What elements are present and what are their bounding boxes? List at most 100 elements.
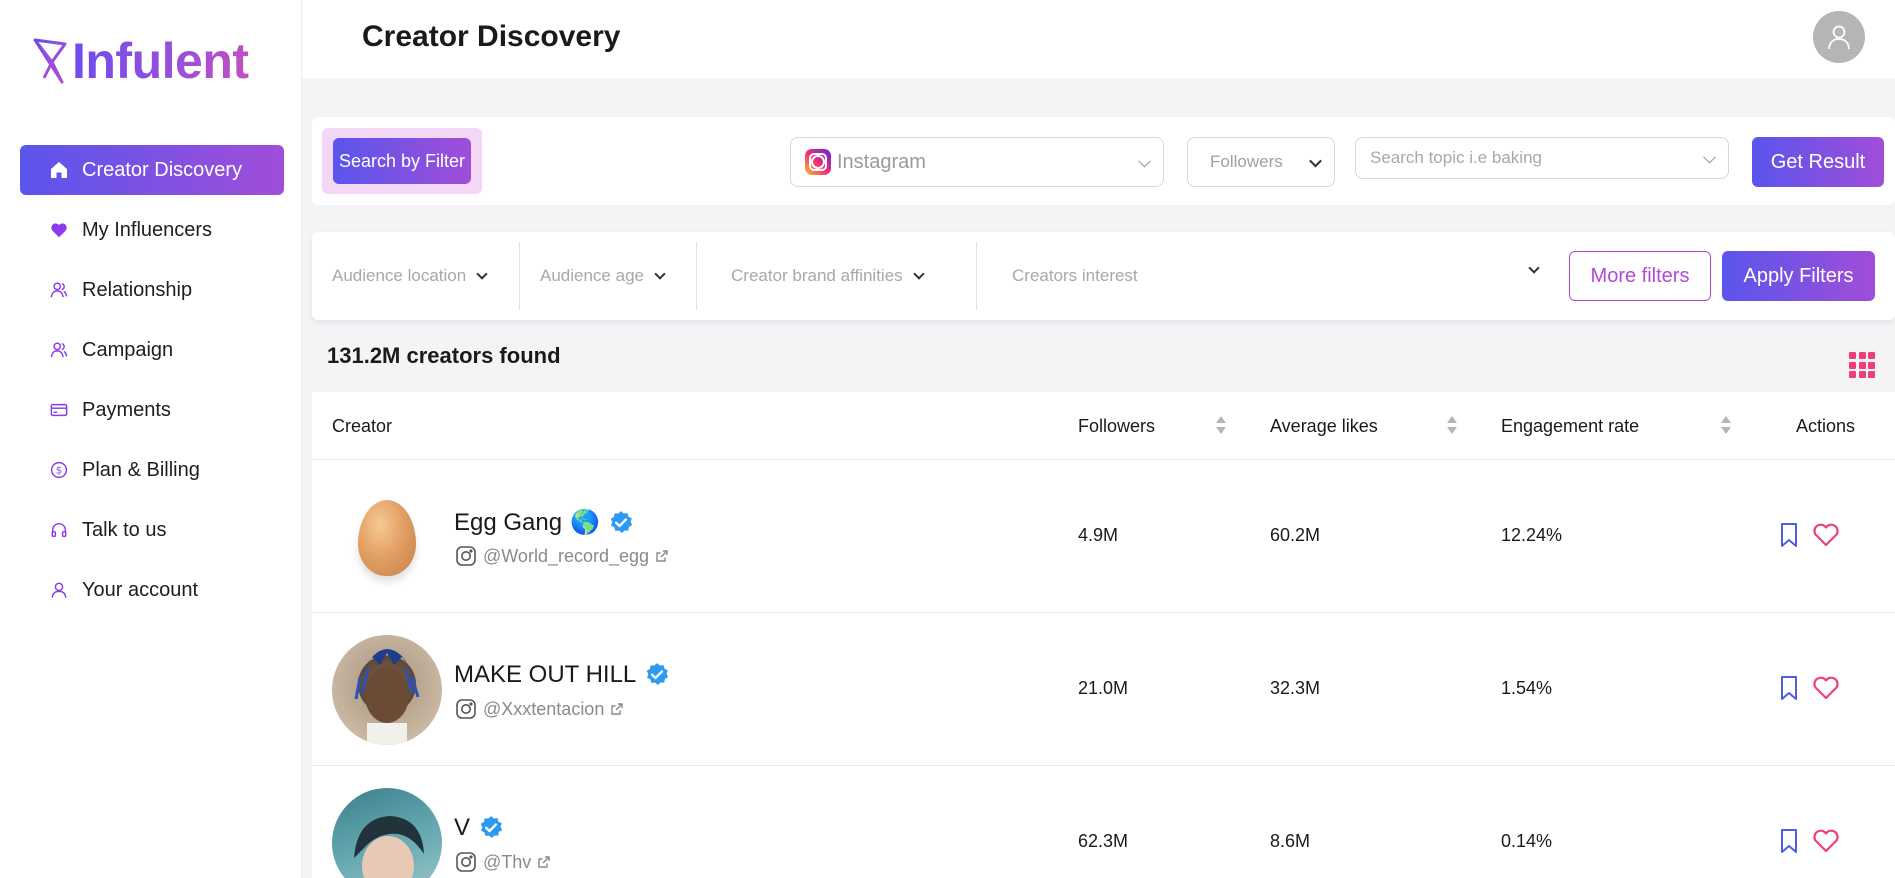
verified-badge-icon xyxy=(480,816,503,838)
table-header: Creator Followers Average likes Engageme… xyxy=(312,392,1895,460)
user-icon xyxy=(48,579,70,601)
row-actions xyxy=(1778,675,1840,701)
sort-icon[interactable] xyxy=(1446,416,1458,436)
heart-icon[interactable] xyxy=(1812,828,1840,854)
column-header-actions: Actions xyxy=(1796,415,1856,436)
sort-icon[interactable] xyxy=(1720,416,1732,436)
bookmark-icon[interactable] xyxy=(1778,675,1800,701)
sidebar-item-label: My Influencers xyxy=(82,218,213,241)
sidebar-item-label: Payments xyxy=(82,398,171,421)
bookmark-icon[interactable] xyxy=(1778,522,1800,548)
get-result-button[interactable]: Get Result xyxy=(1752,137,1884,187)
creator-handle[interactable]: @World_record_egg xyxy=(483,546,649,567)
sidebar-item-label: Relationship xyxy=(82,278,193,301)
platform-select[interactable]: Instagram xyxy=(790,137,1164,187)
chevron-down-icon xyxy=(476,268,488,280)
sidebar-item-label: Talk to us xyxy=(82,518,167,541)
sort-icon[interactable] xyxy=(1215,416,1227,436)
audience-age-filter[interactable]: Audience age xyxy=(540,232,666,320)
sidebar-item-label: Plan & Billing xyxy=(82,458,200,481)
average-likes-value: 60.2M xyxy=(1270,525,1321,545)
filter-label: Audience location xyxy=(332,266,467,285)
table-row[interactable]: Egg Gang 🌎 @World_record_egg 4.9M 60.2M … xyxy=(312,460,1895,613)
topic-search-input[interactable] xyxy=(1370,148,1690,168)
followers-select-value: Followers xyxy=(1210,152,1283,171)
sidebar-item-plan-billing[interactable]: $ Plan & Billing xyxy=(20,445,284,495)
column-header-followers[interactable]: Followers xyxy=(1078,392,1155,460)
engagement-rate-value: 1.54% xyxy=(1501,678,1553,698)
followers-value: 21.0M xyxy=(1078,678,1129,698)
sidebar-item-relationship[interactable]: Relationship xyxy=(20,265,284,315)
creator-photo[interactable] xyxy=(358,500,416,576)
engagement-rate-value: 12.24% xyxy=(1501,525,1563,545)
table-row[interactable]: V @Thv 62.3M 8.6M 0.14% xyxy=(312,766,1895,878)
row-actions xyxy=(1778,522,1840,548)
creator-name[interactable]: V xyxy=(454,814,470,842)
headphones-icon xyxy=(48,519,70,541)
external-link-icon[interactable] xyxy=(655,549,669,563)
followers-select[interactable]: Followers xyxy=(1187,137,1335,187)
creator-name[interactable]: Egg Gang xyxy=(454,509,562,537)
creator-handle-line: @Thv xyxy=(455,851,551,873)
bookmark-icon[interactable] xyxy=(1778,828,1800,854)
filter-card: Audience location Audience age Creator b… xyxy=(312,232,1895,320)
filter-label: Creator brand affinities xyxy=(731,266,903,285)
chevron-down-icon xyxy=(654,268,666,280)
divider xyxy=(519,242,520,310)
home-icon xyxy=(48,159,70,181)
creator-handle[interactable]: @Xxxtentacion xyxy=(483,699,604,720)
chevron-down-icon xyxy=(1138,154,1151,168)
verified-badge-icon xyxy=(646,663,669,685)
apply-filters-button[interactable]: Apply Filters xyxy=(1722,251,1875,301)
table-row[interactable]: MAKE OUT HILL @Xxxtentacion 21.0M 32.3M … xyxy=(312,613,1895,766)
platform-select-value: Instagram xyxy=(837,150,926,173)
creator-photo[interactable] xyxy=(332,788,442,878)
audience-location-filter[interactable]: Audience location xyxy=(332,232,488,320)
page-title: Creator Discovery xyxy=(362,20,621,53)
users-icon xyxy=(48,339,70,361)
column-header-average-likes[interactable]: Average likes xyxy=(1270,392,1378,460)
chevron-down-icon xyxy=(1309,154,1322,168)
external-link-icon[interactable] xyxy=(610,702,624,716)
average-likes-value: 8.6M xyxy=(1270,831,1311,851)
more-filters-button[interactable]: More filters xyxy=(1569,251,1711,301)
filter-label: Audience age xyxy=(540,266,644,285)
heart-icon[interactable] xyxy=(1812,675,1840,701)
grid-view-icon[interactable] xyxy=(1849,352,1875,378)
search-by-filter-button[interactable]: Search by Filter xyxy=(333,138,471,184)
brand-affinities-filter[interactable]: Creator brand affinities xyxy=(731,232,925,320)
header: Creator Discovery xyxy=(302,0,1895,78)
creator-handle-line: @Xxxtentacion xyxy=(455,698,624,720)
creators-table: Creator Followers Average likes Engageme… xyxy=(312,392,1895,878)
creator-photo[interactable] xyxy=(332,635,442,745)
sidebar-item-creator-discovery[interactable]: Creator Discovery xyxy=(20,145,284,195)
creators-interest-filter[interactable]: Creators interest xyxy=(1012,232,1540,320)
logo[interactable]: Infulent xyxy=(32,34,249,88)
instagram-icon xyxy=(456,852,476,872)
column-header-engagement-rate[interactable]: Engagement rate xyxy=(1501,392,1639,460)
sidebar-item-label: Campaign xyxy=(82,338,174,361)
heart-icon[interactable] xyxy=(1812,522,1840,548)
sidebar-item-your-account[interactable]: Your account xyxy=(20,565,284,615)
verified-badge-icon xyxy=(610,510,633,533)
logo-text: Infulent xyxy=(72,33,249,89)
sidebar-item-payments[interactable]: Payments xyxy=(20,385,284,435)
logo-icon xyxy=(33,38,67,84)
globe-emoji: 🌎 xyxy=(570,509,600,536)
sidebar-item-my-influencers[interactable]: My Influencers xyxy=(20,205,284,255)
filter-label: Creators interest xyxy=(1012,266,1138,285)
divider xyxy=(696,242,697,310)
external-link-icon[interactable] xyxy=(537,855,551,869)
followers-value: 4.9M xyxy=(1078,525,1119,545)
creator-handle[interactable]: @Thv xyxy=(483,852,531,873)
chevron-down-icon xyxy=(1703,150,1716,164)
search-card: Search by Filter Instagram Followers Get… xyxy=(312,117,1895,205)
sidebar-item-talk-to-us[interactable]: Talk to us xyxy=(20,505,284,555)
average-likes-value: 32.3M xyxy=(1270,678,1321,698)
user-avatar-icon[interactable] xyxy=(1813,11,1865,63)
topic-search-field[interactable] xyxy=(1355,137,1729,179)
creator-name-line: MAKE OUT HILL xyxy=(454,661,670,689)
sidebar-item-campaign[interactable]: Campaign xyxy=(20,325,284,375)
chevron-down-icon xyxy=(1528,262,1540,274)
creator-name[interactable]: MAKE OUT HILL xyxy=(454,661,636,689)
